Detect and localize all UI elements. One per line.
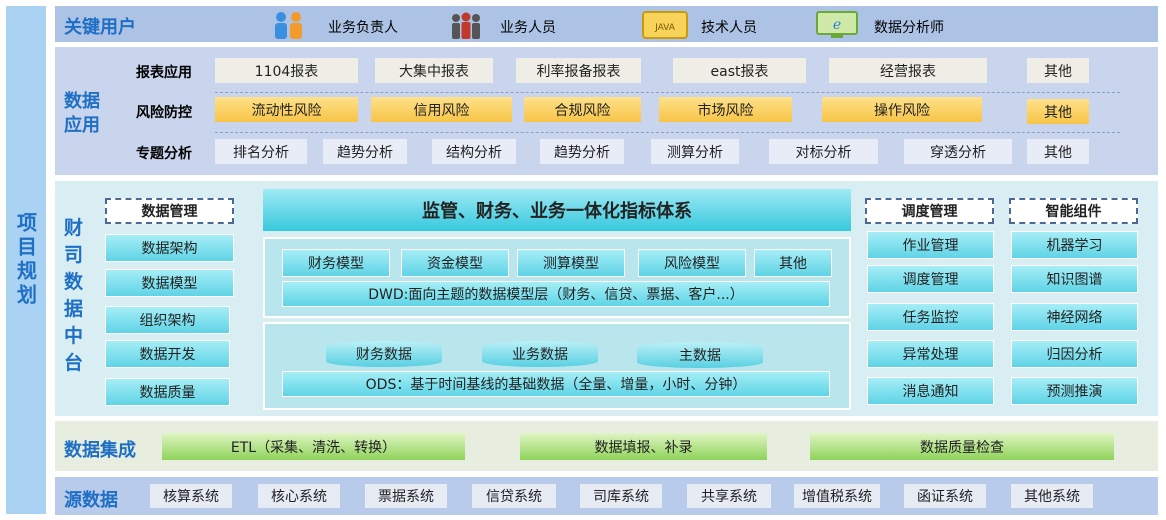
- ods-source-business[interactable]: 业务数据: [482, 341, 598, 367]
- integration-title: 数据集成: [64, 440, 136, 461]
- model-item[interactable]: 测算模型: [517, 249, 625, 277]
- schedule-item[interactable]: 异常处理: [867, 340, 994, 368]
- schedule-item[interactable]: 消息通知: [867, 377, 994, 405]
- source-system[interactable]: 其他系统: [1011, 484, 1093, 508]
- data-mgmt-item[interactable]: 数据质量: [105, 378, 230, 406]
- report-item[interactable]: 利率报备报表: [516, 58, 641, 83]
- topic-item[interactable]: 测算分析: [651, 139, 739, 164]
- user-label-data-analyst: 数据分析师: [874, 20, 944, 36]
- svg-text:JAVA: JAVA: [654, 23, 676, 33]
- project-sidebar: 项目规划: [6, 6, 46, 514]
- schedule-item[interactable]: 任务监控: [867, 303, 994, 331]
- row-label-report: 报表应用: [136, 65, 192, 81]
- risk-item[interactable]: 其他: [1027, 99, 1089, 124]
- schedule-item[interactable]: 调度管理: [867, 265, 994, 293]
- risk-item[interactable]: 市场风险: [659, 97, 792, 122]
- source-system[interactable]: 增值税系统: [794, 484, 880, 508]
- model-item[interactable]: 资金模型: [401, 249, 509, 277]
- svg-text:e: e: [833, 17, 841, 33]
- integration-etl[interactable]: ETL（采集、清洗、转换）: [162, 433, 465, 460]
- ods-source-finance[interactable]: 财务数据: [326, 341, 442, 367]
- java-screen-icon: JAVA: [642, 11, 688, 39]
- smart-item[interactable]: 机器学习: [1011, 231, 1138, 259]
- integration-fill[interactable]: 数据填报、补录: [520, 433, 767, 460]
- schedule-title: 调度管理: [865, 198, 994, 224]
- user-label-business-lead: 业务负责人: [328, 20, 398, 36]
- report-item[interactable]: east报表: [673, 58, 806, 83]
- source-system[interactable]: 票据系统: [365, 484, 447, 508]
- data-mgmt-item[interactable]: 数据模型: [105, 269, 234, 297]
- topic-item[interactable]: 趋势分析: [540, 139, 624, 164]
- data-app-title: 数据应用: [64, 91, 100, 136]
- report-item[interactable]: 大集中报表: [375, 58, 493, 83]
- topic-item[interactable]: 对标分析: [769, 139, 878, 164]
- report-item[interactable]: 经营报表: [829, 58, 987, 83]
- source-system[interactable]: 函证系统: [904, 484, 986, 508]
- topic-item[interactable]: 其他: [1027, 139, 1089, 164]
- user-label-tech-staff: 技术人员: [701, 20, 757, 36]
- risk-item[interactable]: 信用风险: [371, 97, 512, 122]
- people-group-icon: [452, 12, 480, 39]
- smart-item[interactable]: 归因分析: [1011, 340, 1138, 368]
- key-users-title: 关键用户: [64, 17, 136, 38]
- topic-item[interactable]: 穿透分析: [904, 139, 1012, 164]
- integration-quality[interactable]: 数据质量检查: [810, 433, 1114, 460]
- source-system[interactable]: 核心系统: [258, 484, 340, 508]
- people-orange-blue-icon: [275, 12, 302, 39]
- topic-item[interactable]: 结构分析: [432, 139, 516, 164]
- risk-item[interactable]: 操作风险: [822, 97, 982, 122]
- row-label-risk: 风险防控: [136, 105, 192, 121]
- key-users-band: [55, 6, 1158, 42]
- ie-monitor-icon: e: [816, 11, 858, 38]
- row-divider: [215, 92, 1120, 93]
- risk-item[interactable]: 流动性风险: [215, 97, 358, 122]
- dwd-layer[interactable]: DWD:面向主题的数据模型层（财务、信贷、票据、客户...）: [282, 281, 830, 307]
- schedule-item[interactable]: 作业管理: [867, 231, 994, 259]
- row-divider: [215, 132, 1120, 133]
- topic-item[interactable]: 排名分析: [215, 139, 307, 164]
- topic-item[interactable]: 趋势分析: [323, 139, 407, 164]
- model-item[interactable]: 风险模型: [638, 249, 746, 277]
- data-mgmt-item[interactable]: 数据架构: [105, 234, 234, 262]
- data-mgmt-item[interactable]: 数据开发: [105, 340, 230, 368]
- smart-item[interactable]: 知识图谱: [1011, 265, 1138, 293]
- user-label-business-staff: 业务人员: [500, 20, 556, 36]
- report-item[interactable]: 其他: [1027, 58, 1089, 83]
- row-label-topic: 专题分析: [136, 146, 192, 162]
- model-item[interactable]: 财务模型: [282, 249, 390, 277]
- ods-source-master[interactable]: 主数据: [637, 342, 763, 368]
- smart-title: 智能组件: [1009, 198, 1138, 224]
- source-system[interactable]: 司库系统: [580, 484, 662, 508]
- smart-item[interactable]: 预测推演: [1011, 377, 1138, 405]
- smart-item[interactable]: 神经网络: [1011, 303, 1138, 331]
- data-mgmt-item[interactable]: 组织架构: [105, 306, 230, 334]
- project-title: 项目规划: [13, 212, 38, 308]
- risk-item[interactable]: 合规风险: [524, 97, 641, 122]
- data-mgmt-title: 数据管理: [105, 198, 234, 224]
- source-system[interactable]: 信贷系统: [472, 484, 556, 508]
- source-system[interactable]: 核算系统: [150, 484, 232, 508]
- source-title: 源数据: [64, 490, 118, 511]
- platform-title: 财司数据中台: [64, 217, 84, 374]
- report-item[interactable]: 1104报表: [215, 58, 358, 83]
- source-system[interactable]: 共享系统: [687, 484, 771, 508]
- model-item[interactable]: 其他: [754, 249, 832, 277]
- indicator-system-title: 监管、财务、业务一体化指标体系: [263, 189, 851, 231]
- ods-layer[interactable]: ODS：基于时间基线的基础数据（全量、增量，小时、分钟）: [282, 371, 830, 397]
